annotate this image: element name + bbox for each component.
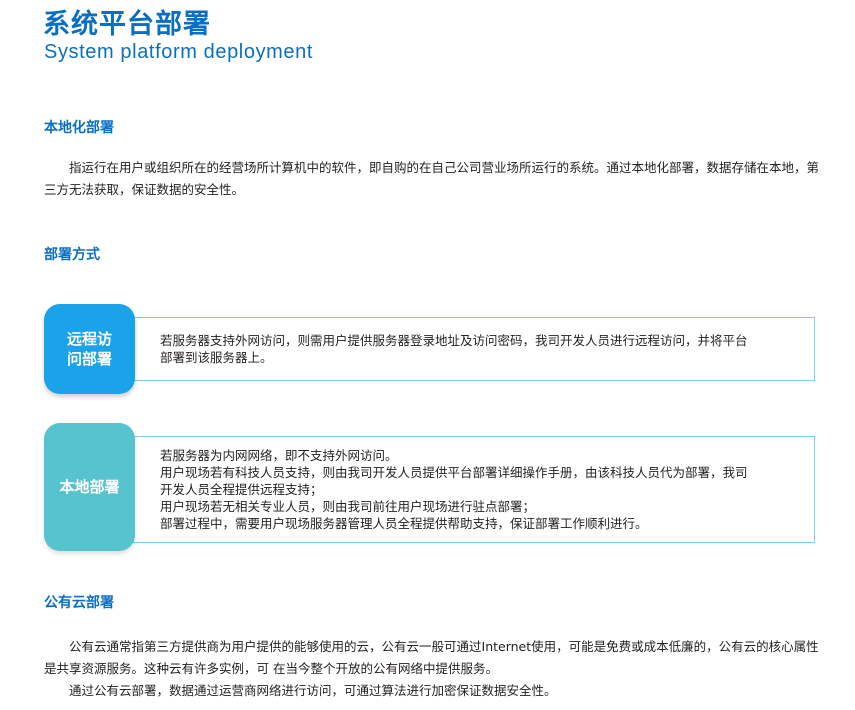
remote-deploy-line: 部署到该服务器上。 xyxy=(160,350,273,365)
local-deploy-text: 指运行在用户或组织所在的经营场所计算机中的软件，即自购的在自己公司营业场所运行的… xyxy=(44,160,820,197)
public-cloud-text: 通过公有云部署，数据通过运营商网络进行访问，可通过算法进行加密保证数据安全性。 xyxy=(69,683,557,698)
public-cloud-paragraphs: 公有云通常指第三方提供商为用户提供的能够使用的云，公有云一般可通过Interne… xyxy=(44,636,819,702)
page-title: 系统平台部署 xyxy=(43,9,211,40)
public-cloud-heading: 公有云部署 xyxy=(44,595,114,611)
onsite-deploy-line: 开发人员全程提供远程支持； xyxy=(160,482,323,497)
remote-deploy-badge: 远程访 问部署 xyxy=(44,304,135,394)
remote-deploy-badge-line: 问部署 xyxy=(66,350,112,368)
local-deploy-paragraph: 指运行在用户或组织所在的经营场所计算机中的软件，即自购的在自己公司营业场所运行的… xyxy=(44,157,819,201)
page-subtitle: System platform deployment xyxy=(44,41,314,63)
deploy-methods-heading: 部署方式 xyxy=(44,247,100,263)
remote-deploy-description: 若服务器支持外网访问，则需用户提供服务器登录地址及访问密码，我司开发人员进行远程… xyxy=(133,317,815,381)
onsite-deploy-description: 若服务器为内网网络，即不支持外网访问。 用户现场若有科技人员支持，则由我司开发人… xyxy=(133,436,815,543)
onsite-deploy-line: 用户现场若有科技人员支持，则由我司开发人员提供平台部署详细操作手册，由该科技人员… xyxy=(160,465,748,480)
onsite-deploy-badge: 本地部署 xyxy=(44,423,135,551)
public-cloud-text: 公有云通常指第三方提供商为用户提供的能够使用的云，公有云一般可通过Interne… xyxy=(44,639,819,676)
onsite-deploy-line: 用户现场若无相关专业人员，则由我司前往用户现场进行驻点部署； xyxy=(160,499,536,514)
local-deploy-heading: 本地化部署 xyxy=(44,120,114,136)
onsite-deploy-line: 部署过程中，需要用户现场服务器管理人员全程提供帮助支持，保证部署工作顺利进行。 xyxy=(160,516,648,531)
onsite-deploy-line: 若服务器为内网网络，即不支持外网访问。 xyxy=(160,448,398,463)
remote-deploy-badge-line: 远程访 xyxy=(66,330,112,348)
remote-deploy-line: 若服务器支持外网访问，则需用户提供服务器登录地址及访问密码，我司开发人员进行远程… xyxy=(160,333,748,348)
